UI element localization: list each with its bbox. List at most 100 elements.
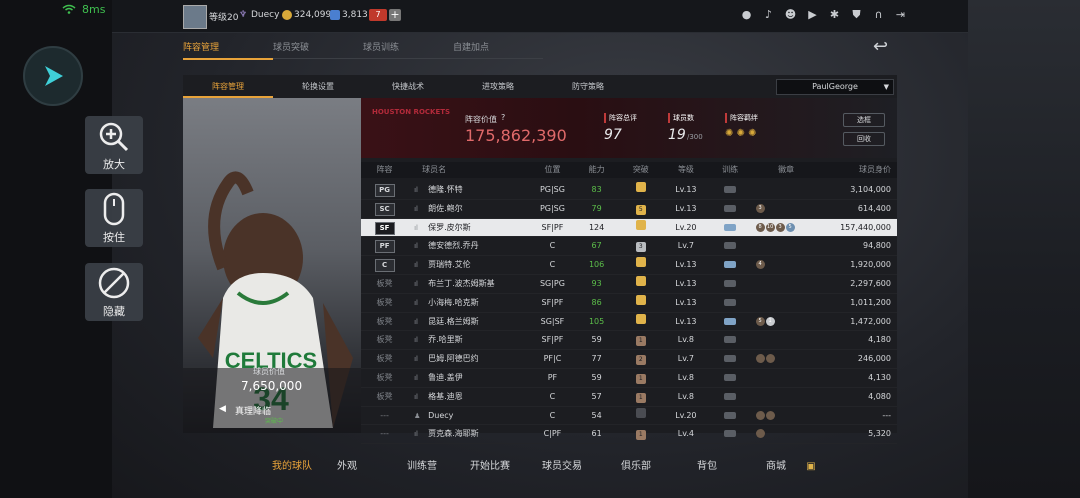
badges-cell: [752, 425, 817, 443]
nav-player-trade[interactable]: 球员交易: [518, 452, 606, 482]
table-row[interactable]: 板凳 ıl 小海梅.哈克斯 SF|PF 86 Lv.13 1,011,200: [361, 294, 897, 313]
player-value: 157,440,000: [840, 222, 891, 232]
hold-button[interactable]: 按住: [85, 189, 143, 247]
back-icon[interactable]: ↩: [873, 36, 888, 57]
header-ability[interactable]: 能力: [575, 162, 618, 178]
player-dropdown[interactable]: PaulGeorge ▼: [776, 79, 894, 95]
player-level: Lv.8: [677, 391, 694, 401]
star-icon: [330, 10, 340, 20]
settings-icon[interactable]: ✱: [828, 8, 841, 21]
table-row[interactable]: SC ıl 朗佐.鲍尔 PG|SG 79 5 Lv.13 3 614,400: [361, 200, 897, 219]
player-ability: 93: [591, 278, 602, 288]
player-card[interactable]: CELTICS 34 球员价值 7,650,000 真理降临 突破中 ◀: [183, 98, 361, 433]
help-icon[interactable]: ?: [501, 113, 505, 122]
subtab-rotation[interactable]: 轮换设置: [273, 78, 363, 96]
player-ability: 83: [591, 185, 602, 194]
bell-icon[interactable]: ♪: [762, 8, 775, 21]
rockets-logo: HOUSTON ROCKETS: [372, 108, 451, 116]
signal-icon: ıl: [414, 355, 418, 364]
hide-icon: [98, 267, 130, 299]
badge-medal: [755, 429, 765, 439]
table-row[interactable]: 板凳 ıl 巴姆.阿德巴约 PF|C 77 2 Lv.7 246,000: [361, 350, 897, 369]
player-name: Duecy: [428, 410, 454, 420]
tab-lineup-management[interactable]: 阵容管理: [183, 40, 273, 60]
video-icon[interactable]: ▶: [806, 8, 819, 21]
player-name-cell: ıl 贾瑞特.艾伦: [408, 256, 530, 274]
nav-store[interactable]: 商城: [748, 452, 804, 482]
header-player-value[interactable]: 球员身价: [816, 162, 897, 178]
player-level: Lv.8: [677, 372, 694, 382]
training-icon: [724, 204, 736, 212]
lineup-slot: 板凳: [361, 350, 408, 368]
add-currency-button[interactable]: +: [389, 9, 401, 21]
table-row[interactable]: SF ıl 保罗.皮尔斯 SF|PF 124 Lv.20 8 10 3 5 157,440,000: [361, 218, 897, 238]
table-row[interactable]: 板凳 ıl 布兰丁.波杰姆斯基 SG|PG 93 Lv.13 2,297,600: [361, 275, 897, 294]
nav-club[interactable]: 俱乐部: [606, 452, 666, 482]
badges-cell: [752, 369, 817, 387]
zoom-in-button[interactable]: 放大: [85, 116, 143, 174]
table-row[interactable]: 板凳 ıl 乔.哈里斯 SF|PF 59 1 Lv.8 4,180: [361, 331, 897, 351]
lineup-slot-label: PG: [374, 184, 395, 197]
card-status: 突破中: [265, 418, 284, 425]
nav-training-camp[interactable]: 训练营: [382, 452, 462, 482]
header-badges[interactable]: 徽章: [752, 162, 817, 178]
tab-player-breakthrough[interactable]: 球员突破: [273, 40, 363, 59]
bond-label: 阵容羁绊: [725, 113, 758, 123]
select-box-button[interactable]: 选框: [843, 113, 885, 127]
coin-count: 324,099: [294, 10, 332, 20]
lineup-slot-label: 板凳: [376, 354, 393, 364]
player-count: 19: [668, 127, 686, 143]
player-name: 鲁迪.盖伊: [428, 372, 463, 382]
badges-cell: [752, 331, 817, 349]
player-value: 246,000: [857, 354, 891, 364]
friends-icon[interactable]: ☻: [784, 8, 797, 21]
subtab-defense[interactable]: 防守策略: [543, 78, 633, 96]
header-lineup[interactable]: 阵容: [361, 162, 408, 178]
nav-my-team[interactable]: 我的球队: [112, 452, 312, 482]
header-training[interactable]: 训练: [709, 162, 752, 178]
header-player-name[interactable]: 球员名: [408, 162, 530, 178]
subtab-offense[interactable]: 进攻策略: [453, 78, 543, 96]
hide-button[interactable]: 隐藏: [85, 263, 143, 321]
top-icon-bar: ● ♪ ☻ ▶ ✱ ⛊ ∩ ⇥: [740, 8, 907, 22]
breakthrough-badge: [635, 219, 646, 230]
play-arrow-icon: [45, 66, 63, 86]
breakthrough-badge: [635, 182, 646, 192]
tab-player-training[interactable]: 球员训练: [363, 40, 453, 59]
exit-icon[interactable]: ⇥: [894, 8, 907, 21]
lineup-slot: PF: [361, 237, 408, 255]
profile-icon[interactable]: ●: [740, 8, 753, 21]
tab-custom-points[interactable]: 自建加点: [453, 40, 543, 59]
signal-icon: ıl: [414, 373, 418, 382]
table-row[interactable]: --- ♟ Duecy C 54 Lv.20 ---: [361, 407, 897, 426]
training-cell: [708, 200, 751, 218]
avatar[interactable]: [183, 5, 207, 29]
recycle-button[interactable]: 回收: [843, 132, 885, 146]
table-row[interactable]: 板凳 ıl 昆廷.格兰姆斯 SG|SF 105 Lv.13 5 1 1,472,000: [361, 313, 897, 332]
header-level[interactable]: 等级: [663, 162, 708, 178]
subtab-quick-tactics[interactable]: 快捷战术: [363, 78, 453, 96]
nav-start-game[interactable]: 开始比赛: [462, 452, 518, 482]
table-row[interactable]: PF ıl 德安德烈.乔丹 C 67 3 Lv.7 94,800: [361, 237, 897, 257]
badge-medal: [755, 410, 765, 420]
table-row[interactable]: Cıl 贾瑞特.艾伦 C 106 Lv.13 4 1,920,000: [361, 256, 897, 275]
lineup-slot-label: 板凳: [376, 335, 393, 345]
table-row[interactable]: --- ıl 贾克森.海耶斯 C|PF 61 1 Lv.4 5,320: [361, 425, 897, 445]
bond-icons[interactable]: ✺ ✺ ✺: [725, 128, 757, 139]
player-count-max: /300: [687, 133, 703, 141]
table-row[interactable]: 板凳 ıl 鲁迪.盖伊 PF 59 1 Lv.8 4,130: [361, 369, 897, 388]
nav-backpack[interactable]: 背包: [666, 452, 748, 482]
headset-icon[interactable]: ∩: [872, 8, 885, 21]
lineup-slot-label: SC: [374, 202, 395, 216]
overlay-play-button[interactable]: [23, 46, 83, 106]
subtab-lineup[interactable]: 阵容管理: [183, 78, 273, 98]
table-row[interactable]: 板凳 ıl 格基.迪恩 C 57 1 Lv.8 4,080: [361, 388, 897, 407]
header-breakthrough[interactable]: 突破: [618, 162, 663, 178]
header-position[interactable]: 位置: [530, 162, 575, 178]
table-row[interactable]: PG ıl 德隆.怀特 PG|SG 83 Lv.13 3,104,000: [361, 181, 897, 200]
player-ability: 57: [591, 391, 602, 401]
training-cell: [708, 256, 751, 274]
breakthrough-cell: [618, 219, 663, 237]
shield-icon[interactable]: ⛊: [850, 8, 863, 21]
nav-appearance[interactable]: 外观: [312, 452, 382, 482]
